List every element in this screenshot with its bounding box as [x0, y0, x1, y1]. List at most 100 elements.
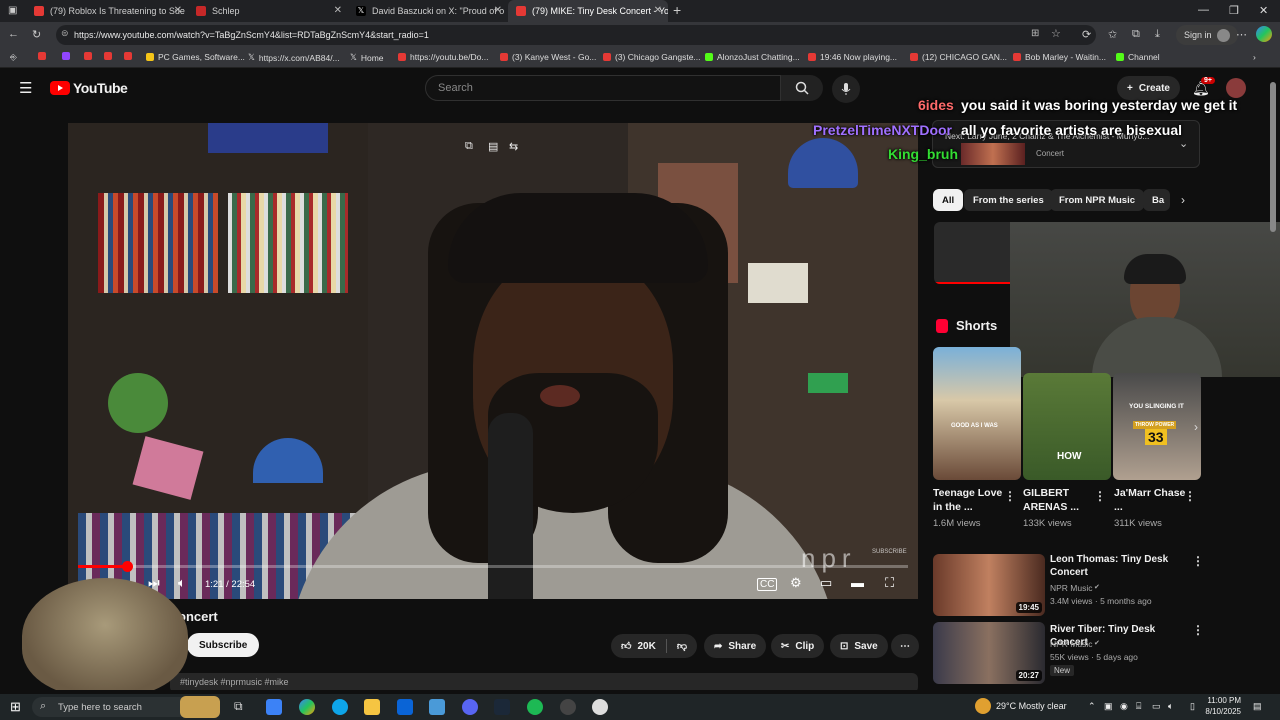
short-menu-icon[interactable]: ⋮ [1184, 489, 1196, 503]
outlook-icon[interactable] [397, 699, 413, 715]
bookmark-bob-marley[interactable]: Bob Marley - Waitin... [1013, 52, 1106, 62]
short-thumbnail[interactable]: YOU SLINGING IT THROW POWER 33 [1113, 373, 1201, 480]
fullscreen-icon[interactable]: ⛶ [885, 575, 894, 591]
weather-text[interactable]: 29°C Mostly clear [996, 701, 1067, 711]
bookmark-alonzo[interactable]: AlonzoJust Chatting... [705, 52, 800, 62]
save-button[interactable]: ⊡ Save [830, 634, 888, 658]
description-box[interactable]: #tinydesk #nprmusic #mike [170, 673, 918, 690]
install-app-icon[interactable]: ⊞ [1031, 28, 1039, 39]
search-input[interactable]: Search [425, 75, 781, 101]
short-title[interactable]: Teenage Love in the ... [933, 486, 1013, 514]
network-icon[interactable]: ▭ [1152, 701, 1161, 712]
extension-icon[interactable]: ⟳ [1082, 28, 1091, 41]
overlay-tool-icon[interactable]: ⧉ [465, 140, 473, 153]
short-menu-icon[interactable]: ⋮ [1004, 489, 1016, 503]
video-menu-icon[interactable]: ⋮ [1192, 623, 1204, 637]
overlay-tool-icon[interactable]: ⇆ [509, 140, 518, 153]
settings-gear-icon[interactable]: ⚙ [790, 575, 802, 591]
video-player[interactable]: ⧉ ▤ ⇆ SUBSCRIBE npr ⏭ 🔈︎ 1:21 / 22:54 CC… [68, 123, 918, 599]
window-close-icon[interactable]: ✕ [1259, 4, 1268, 17]
progress-scrubber[interactable] [121, 561, 133, 572]
bookmark-youtube-icon[interactable] [124, 52, 136, 60]
bookmark-x-home[interactable]: 𝕏 Home [350, 52, 384, 63]
clip-button[interactable]: ✂ Clip [771, 634, 825, 658]
like-button[interactable]: 👍︎ 20K 👎︎ [611, 634, 697, 658]
video-menu-icon[interactable]: ⋮ [1192, 554, 1204, 568]
short-title[interactable]: GILBERT ARENAS ... [1023, 486, 1103, 514]
bookmark-youtu-be[interactable]: https://youtu.be/Do... [398, 52, 488, 62]
chip-from-npr[interactable]: From NPR Music [1050, 189, 1145, 211]
file-explorer-icon[interactable] [364, 699, 380, 715]
battery-icon[interactable]: ▯ [1190, 701, 1195, 712]
tab-roblox[interactable]: (79) Roblox Is Threatening to Sue ✕ [26, 0, 188, 22]
progress-bar[interactable] [78, 561, 908, 572]
new-tab-button[interactable]: + [673, 2, 681, 18]
bookmark-chicago[interactable]: (3) Chicago Gangste... [603, 52, 701, 62]
tab-x-post[interactable]: 𝕏 David Baszucki on X: "Proud of o ✕ [348, 0, 508, 22]
subscribe-button[interactable]: Subscribe [187, 633, 260, 657]
youtube-logo[interactable]: YouTube [50, 80, 128, 96]
search-button[interactable] [781, 75, 823, 101]
discord-icon[interactable] [462, 699, 478, 715]
chevron-right-icon[interactable]: › [1181, 193, 1185, 207]
bookmarks-overflow-icon[interactable]: › [1253, 52, 1256, 62]
favorites-icon[interactable]: ✩ [1108, 28, 1117, 41]
reload-icon[interactable]: ↻ [32, 28, 41, 41]
volume-icon[interactable]: 🔈︎ [178, 575, 186, 591]
voice-search-button[interactable] [832, 75, 860, 103]
tab-schlep[interactable]: Schlep ✕ [188, 0, 348, 22]
minimize-icon[interactable]: — [1198, 4, 1209, 16]
tray-app-icon[interactable]: ◉ [1120, 701, 1128, 712]
obs-icon[interactable] [560, 699, 576, 715]
search-highlight-icon[interactable] [180, 696, 220, 718]
menu-dots-icon[interactable]: ⋯ [1236, 28, 1247, 41]
tab-tiny-desk[interactable]: (79) MIKE: Tiny Desk Concert - Yo ✕ [508, 0, 668, 22]
copilot-icon[interactable] [1256, 26, 1272, 42]
photos-icon[interactable] [429, 699, 445, 715]
star-icon[interactable]: ☆ [1051, 27, 1061, 40]
bookmark-kanye[interactable]: (3) Kanye West - Go... [500, 52, 596, 62]
miniplayer-icon[interactable]: ▭ [820, 575, 832, 591]
download-icon[interactable]: ⤓ [1155, 28, 1160, 41]
edge-icon[interactable] [332, 699, 348, 715]
back-icon[interactable]: ← [8, 28, 19, 40]
volume-icon[interactable]: 🔈︎ [1168, 701, 1173, 712]
bookmark-youtube-icon[interactable] [84, 52, 96, 60]
app-icon[interactable] [592, 699, 608, 715]
chip-all[interactable]: All [933, 189, 964, 211]
weather-moon-icon[interactable] [975, 698, 991, 714]
chevron-down-icon[interactable]: ⌄ [1179, 137, 1188, 150]
close-icon[interactable]: ✕ [494, 5, 502, 16]
short-title[interactable]: Ja'Marr Chase ... [1114, 486, 1194, 514]
chip-from-series[interactable]: From the series [964, 189, 1053, 211]
site-info-icon[interactable]: ⊜ [61, 28, 69, 39]
spotify-icon[interactable] [527, 699, 543, 715]
tray-app-icon[interactable]: ▣ [1104, 701, 1113, 712]
bookmark-twitch-icon[interactable] [62, 52, 74, 60]
network-icon[interactable]: ⌸ [1136, 701, 1141, 712]
windows-start-icon[interactable]: ⊞ [10, 699, 21, 715]
taskbar-time[interactable]: 11:00 PM [1207, 696, 1241, 705]
close-icon[interactable]: ✕ [174, 5, 182, 16]
captions-icon[interactable]: CC [757, 578, 778, 591]
chip-ba[interactable]: Ba [1143, 189, 1170, 211]
tray-chevron-icon[interactable]: ⌃ [1088, 701, 1096, 712]
bookmark-channel[interactable]: Channel [1116, 52, 1160, 62]
overlay-tool-icon[interactable]: ▤ [488, 140, 498, 153]
sign-in-button[interactable]: Sign in [1176, 25, 1238, 45]
notification-center-icon[interactable]: ▤ [1253, 701, 1262, 712]
bookmark-folder-icon[interactable]: ⎆ [10, 52, 17, 63]
short-menu-icon[interactable]: ⋮ [1094, 489, 1106, 503]
video-thumbnail[interactable]: 20:27 [933, 622, 1045, 684]
short-thumbnail[interactable]: HOW [1023, 373, 1111, 480]
video-title[interactable]: Leon Thomas: Tiny Desk Concert [1050, 553, 1180, 579]
close-icon[interactable]: ✕ [334, 5, 342, 16]
steam-icon[interactable] [494, 699, 510, 715]
video-channel[interactable]: NPR Music [1050, 638, 1093, 651]
bookmark-chicago-gan[interactable]: (12) CHICAGO GAN... [910, 52, 1007, 62]
video-thumbnail[interactable]: 19:45 [933, 554, 1045, 616]
bookmark-pcgames[interactable]: PC Games, Software... [146, 52, 245, 62]
bookmark-x-ab84[interactable]: 𝕏https://x.com/AB84/... [248, 52, 340, 63]
maximize-icon[interactable]: ❐ [1229, 4, 1239, 17]
theater-mode-icon[interactable]: ▬ [851, 575, 864, 590]
